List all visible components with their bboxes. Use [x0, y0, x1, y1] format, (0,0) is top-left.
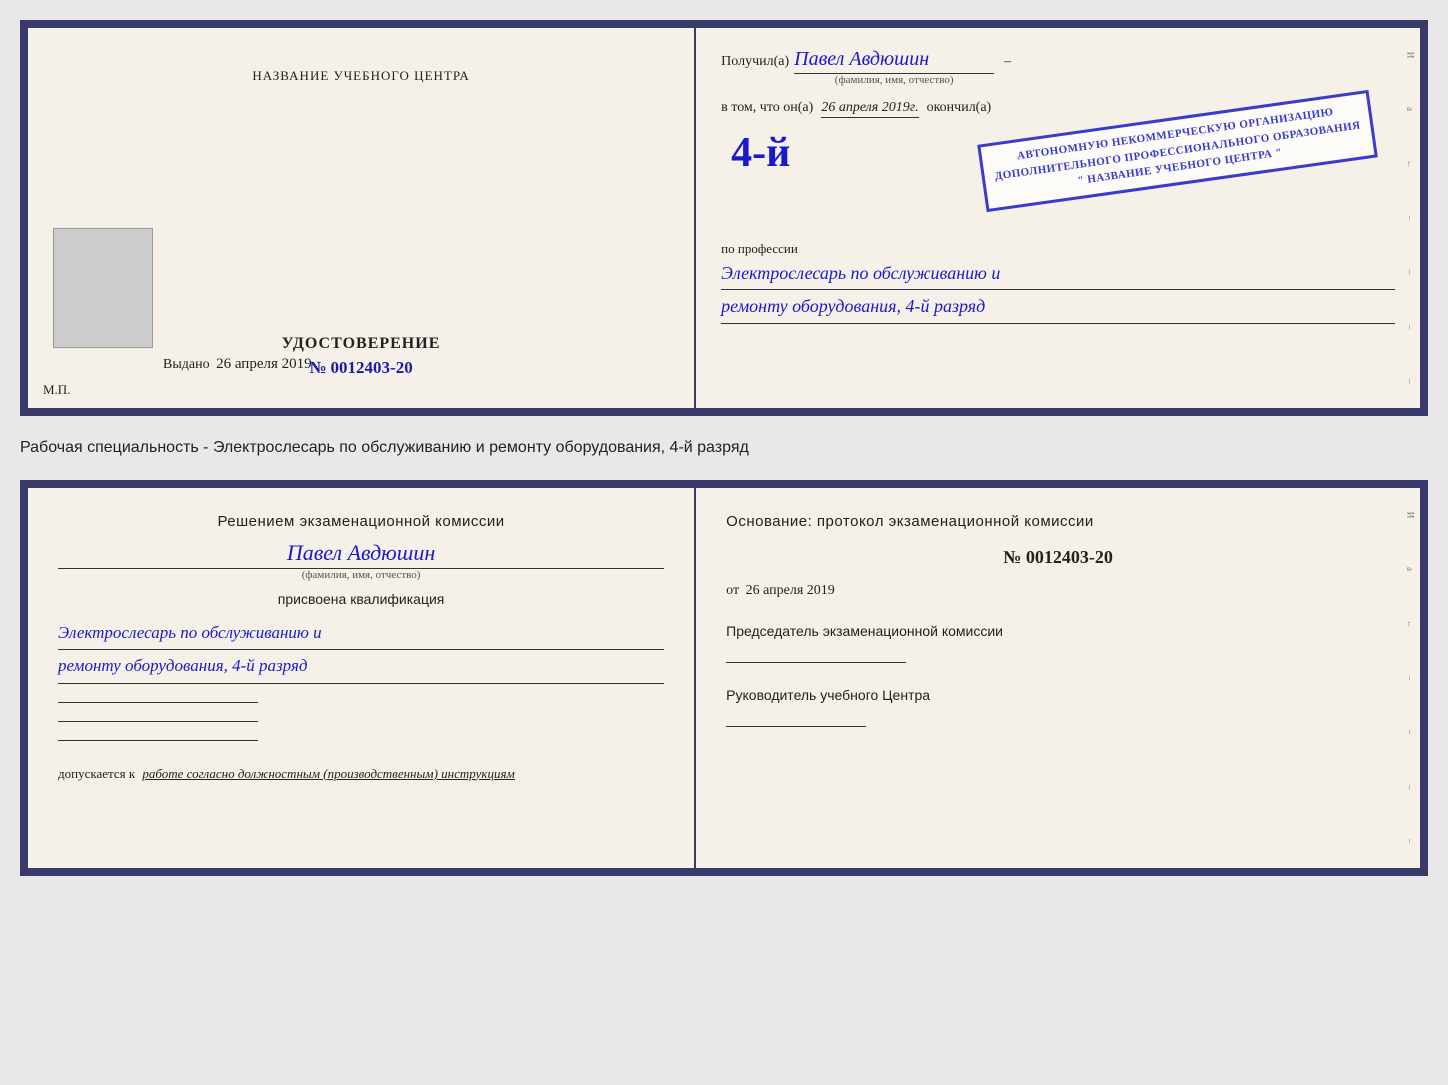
edge-mark-2: а [1405, 107, 1415, 111]
divider-text: Рабочая специальность - Электрослесарь п… [20, 434, 1428, 462]
edge-mark-b7: – [1405, 839, 1415, 844]
top-left-panel: НАЗВАНИЕ УЧЕБНОГО ЦЕНТРА УДОСТОВЕРЕНИЕ №… [28, 28, 696, 408]
profession-line1: Электрослесарь по обслуживанию и [721, 257, 1395, 290]
edge-mark-5: – [1405, 270, 1415, 275]
qualification-line2: ремонту оборудования, 4-й разряд [58, 650, 664, 683]
top-document: НАЗВАНИЕ УЧЕБНОГО ЦЕНТРА УДОСТОВЕРЕНИЕ №… [20, 20, 1428, 416]
cert-number-prefix: № [309, 358, 326, 377]
person-name-area: Павел Авдюшин (фамилия, имя, отчество) [58, 540, 664, 581]
allowed-line: допускается к работе согласно должностны… [58, 766, 664, 782]
profession-label: по профессии [721, 241, 1395, 257]
top-right-panel: Получил(а) Павел Авдюшин (фамилия, имя, … [696, 28, 1420, 408]
issued-date: 26 апреля 2019 [216, 356, 312, 372]
qualification-area: Электрослесарь по обслуживанию и ремонту… [58, 617, 664, 684]
fio-label-bottom: (фамилия, имя, отчество) [58, 569, 664, 581]
profession-area: по профессии Электрослесарь по обслужива… [721, 241, 1395, 324]
assigned-label: присвоена квалификация [58, 591, 664, 607]
protocol-date-value: 26 апреля 2019 [746, 583, 835, 598]
edge-mark-b4: – [1405, 676, 1415, 681]
signature-line-1 [58, 702, 258, 703]
issued-prefix: Выдано [163, 357, 210, 372]
basis-title: Основание: протокол экзаменационной коми… [726, 513, 1390, 530]
director-label: Руководитель учебного Центра [726, 685, 1390, 706]
issued-line: Выдано 26 апреля 2019 [163, 356, 312, 373]
finished-text: окончил(а) [927, 100, 992, 116]
protocol-date: от 26 апреля 2019 [726, 583, 1390, 599]
profession-line2: ремонту оборудования, 4-й разряд [721, 290, 1395, 323]
edge-mark-3: ← [1405, 159, 1415, 168]
rank-org-area: 4-й АВТОНОМНУЮ НЕКОММЕРЧЕСКУЮ ОРГАНИЗАЦИ… [721, 132, 1395, 222]
protocol-number: № 0012403-20 [726, 547, 1390, 568]
cert-number-value: 0012403-20 [331, 358, 413, 377]
signature-line-2 [58, 721, 258, 722]
edge-mark-b1: И [1405, 512, 1415, 519]
edge-mark-b3: ← [1405, 619, 1415, 628]
allowed-text: работе согласно должностным (производств… [142, 766, 514, 781]
bottom-right-panel: Основание: протокол экзаменационной коми… [696, 488, 1420, 868]
edge-mark-b6: – [1405, 784, 1415, 789]
edge-mark-b2: а [1405, 567, 1415, 571]
bottom-document: Решением экзаменационной комиссии Павел … [20, 480, 1428, 876]
recipient-line: Получил(а) Павел Авдюшин (фамилия, имя, … [721, 48, 1395, 86]
chairman-signature [726, 662, 906, 663]
recipient-name: Павел Авдюшин [794, 48, 994, 74]
bottom-left-panel: Решением экзаменационной комиссии Павел … [28, 488, 696, 868]
cert-title: УДОСТОВЕРЕНИЕ [282, 335, 441, 353]
director-signature [726, 726, 866, 727]
photo-placeholder [53, 228, 153, 348]
fio-label-top: (фамилия, имя, отчество) [835, 74, 954, 86]
person-name: Павел Авдюшин [58, 540, 664, 569]
right-edge-marks-bottom: И а ← – – – – [1400, 488, 1420, 868]
decision-title: Решением экзаменационной комиссии [58, 513, 664, 530]
recipient-prefix: Получил(а) [721, 54, 789, 70]
right-edge-marks: И а ← – – – – [1400, 28, 1420, 408]
rank-number: 4-й [731, 132, 790, 174]
allowed-prefix: допускается к [58, 766, 135, 781]
date-prefix: от [726, 583, 739, 598]
edge-mark-b5: – [1405, 730, 1415, 735]
edge-mark-1: И [1405, 52, 1415, 59]
training-center-title: НАЗВАНИЕ УЧЕБНОГО ЦЕНТРА [252, 68, 469, 84]
in-that-text: в том, что он(а) [721, 100, 813, 116]
completion-date: 26 апреля 2019г. [821, 100, 918, 118]
edge-mark-7: – [1405, 379, 1415, 384]
qualification-line1: Электрослесарь по обслуживанию и [58, 617, 664, 650]
signature-line-3 [58, 740, 258, 741]
chairman-label: Председатель экзаменационной комиссии [726, 621, 1390, 642]
mp-label: М.П. [43, 382, 70, 398]
edge-mark-6: – [1405, 324, 1415, 329]
edge-mark-4: – [1405, 216, 1415, 221]
